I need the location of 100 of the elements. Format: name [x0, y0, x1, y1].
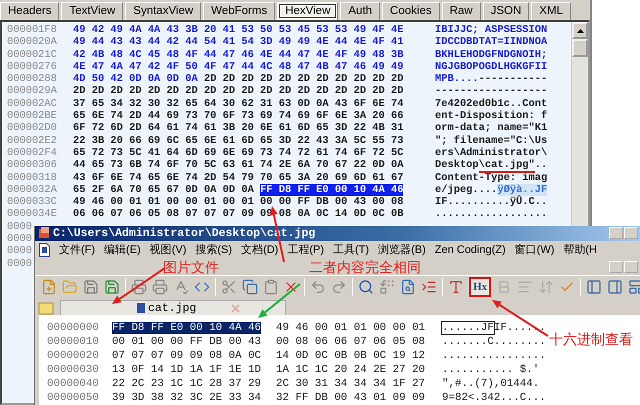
find-in-files-icon[interactable] — [400, 279, 416, 296]
sort-icon[interactable] — [538, 279, 554, 296]
annotation-text: 图片文件 — [163, 259, 219, 276]
save-all-icon[interactable] — [104, 279, 120, 296]
pointer-arrow — [112, 267, 166, 304]
offset-label: 0000021C — [7, 48, 58, 61]
inspector-tab[interactable]: Cookies — [382, 2, 440, 20]
menu-item[interactable]: 浏览器(B) — [378, 242, 426, 258]
hex-bytes: 32 FF DB 00 43 01 09 09 — [276, 391, 426, 405]
file-tab[interactable]: cat.jpg — [60, 300, 286, 315]
scissors-icon[interactable] — [220, 279, 237, 296]
inspector-tab[interactable]: SyntaxView — [125, 2, 202, 20]
hex-file-icon — [137, 303, 145, 313]
panel-right-icon[interactable] — [606, 279, 623, 296]
document-icon — [39, 242, 50, 257]
hex-bytes: 49 44 43 43 44 42 44 54 41 54 3D 49 49 4E 44 4E 4F 41 — [73, 36, 404, 49]
save-icon[interactable] — [82, 279, 99, 296]
inspector-tab[interactable]: Auth — [340, 2, 380, 20]
ascii-text: ........... $.' — [442, 363, 540, 377]
align-icon[interactable] — [517, 279, 534, 296]
new-file-icon[interactable] — [41, 279, 57, 296]
menu-item[interactable]: 帮助(H — [563, 242, 597, 258]
scroll-thumb[interactable] — [572, 39, 588, 57]
replace-icon[interactable] — [379, 279, 396, 296]
hex-bytes: 13 0F 14 1D 1A 1F 1E 1D — [112, 363, 262, 377]
menu-item[interactable]: 工程(P) — [287, 242, 324, 258]
hex-bytes: 4D 50 42 0D 0A 0D 0A 2D 2D 2D 2D 2D 2D 2D 2D 2D 2D 2D — [73, 73, 404, 86]
print-preview-icon[interactable] — [152, 279, 168, 296]
menu-item[interactable]: Zen Coding(Z) — [434, 244, 506, 256]
inspector-tab[interactable]: WebForms — [203, 2, 276, 20]
hex-bytes: 49 42 49 4A 4A 43 3B 20 41 53 50 53 45 53 53 49 4F 4E — [73, 24, 404, 36]
inspector-tab[interactable]: TextView — [61, 2, 124, 20]
hex-view-button[interactable]: Hx — [469, 277, 492, 298]
folder-icon[interactable] — [38, 301, 54, 315]
offset-label: 00000318 — [7, 172, 58, 184]
layout-icon[interactable] — [628, 279, 640, 296]
up-arrow-icon — [576, 28, 584, 32]
hex-bytes: 49 46 00 01 01 00 00 01 00 01 00 00 FF DB 00 43 00 08 — [73, 196, 404, 208]
inspector-tab[interactable]: XML — [531, 2, 571, 20]
printer-icon[interactable] — [130, 279, 147, 296]
hex-bytes: 37 65 34 32 30 32 65 64 30 62 31 63 0D 0A 43 6F 6E 74 — [73, 98, 404, 110]
hex-bytes: 00 01 00 00 FF DB 00 43 — [112, 335, 262, 349]
pointer-arrow — [258, 283, 301, 318]
menu-item[interactable]: 文档(D) — [241, 242, 278, 258]
copy-icon[interactable] — [242, 279, 258, 296]
menu-item[interactable]: 窗口(W) — [514, 242, 554, 258]
scroll-up-button[interactable] — [572, 22, 588, 39]
offset-label: 0000032A — [7, 184, 58, 196]
hex-bytes: 2C 30 31 34 34 34 1F 27 — [276, 377, 426, 391]
offset-label: 0000034E — [7, 208, 58, 221]
close-icon[interactable] — [231, 304, 240, 312]
offset-label: 00000306 — [7, 159, 58, 172]
app-icon — [38, 227, 50, 240]
hex-bytes: FF D8 FF E0 00 10 4A 46 — [112, 321, 262, 335]
menu-item[interactable]: 编辑(E) — [104, 242, 141, 258]
hex-bytes: 43 6F 6E 74 65 6E 74 2D 54 79 70 65 3A 20 69 6D 61 67 — [73, 172, 404, 184]
minimize-button[interactable] — [609, 227, 623, 240]
maximize-button[interactable] — [624, 227, 638, 240]
search-icon[interactable] — [358, 279, 374, 296]
menu-item[interactable]: 搜索(S) — [195, 242, 232, 258]
offset-label: 0000029A — [7, 85, 58, 98]
menu-item[interactable]: 工具(T) — [333, 242, 370, 258]
inspector-tab[interactable]: JSON — [482, 2, 530, 20]
hex-bytes: 07 07 07 09 09 08 0A 0C — [112, 349, 262, 363]
offset-label: 0000 — [7, 220, 32, 234]
hex-bytes: 00 08 06 06 07 06 05 08 — [276, 335, 426, 349]
ascii-text: ers\Administrator\ — [435, 146, 548, 160]
annotation-text: 十六进制查看 — [549, 331, 633, 347]
inspector-tab[interactable]: Headers — [0, 2, 60, 20]
font-icon[interactable] — [448, 279, 464, 296]
panel-left-icon[interactable] — [586, 279, 602, 296]
ascii-text: BKHLEHODGFNDGNOIH; — [435, 48, 548, 61]
ascii-text: e/jpeg....ÿØÿà..JF — [435, 184, 548, 196]
open-folder-icon[interactable] — [62, 279, 78, 296]
minimize-button[interactable] — [609, 261, 623, 274]
offset-label: 000002AC — [7, 98, 58, 110]
offset-label: 00000030 — [47, 363, 100, 377]
ascii-text: ................ — [442, 349, 546, 363]
ascii-text: .................. — [435, 208, 548, 221]
offset-label: 000002BE — [7, 110, 58, 122]
redo-icon[interactable] — [331, 279, 348, 296]
hex-bytes: 22 3B 20 66 69 6C 65 6E 61 6D 65 3D 22 43 3A 5C 55 73 — [73, 134, 404, 147]
offset-label: 00000020 — [47, 349, 100, 363]
clipboard-icon[interactable] — [262, 279, 278, 296]
inspector-tab[interactable]: Raw — [442, 2, 481, 20]
ascii-text: IDCCDBDTAT=IINDNOA — [435, 36, 548, 49]
menu-item[interactable]: 文件(F) — [59, 242, 96, 258]
inspector-tab[interactable]: HexView — [277, 2, 338, 20]
hex-bytes: 6F 72 6D 2D 64 61 74 61 3B 20 6E 61 6D 65 3D 22 4B 31 — [73, 122, 404, 135]
menu-item[interactable]: 视图(V) — [150, 242, 186, 258]
offset-label: 00000276 — [7, 60, 58, 74]
hex-bytes: 65 6E 74 2D 44 69 73 70 6F 73 69 74 69 6F 6E 3A 20 66 — [73, 110, 404, 122]
hex-bytes: 44 65 73 6B 74 6F 70 5C 63 61 74 2E 6A 70 67 22 0D 0A — [73, 159, 404, 172]
ascii-text: Desktop\cat.jpg".. — [435, 159, 548, 172]
offset-label: 00000288 — [7, 73, 58, 86]
indent-icon[interactable] — [421, 279, 438, 296]
undo-icon[interactable] — [310, 279, 326, 296]
restore-button[interactable] — [624, 261, 638, 274]
ascii-text: .......C........ — [442, 335, 546, 349]
ascii-text: 9=82<.342...C... — [442, 391, 546, 405]
